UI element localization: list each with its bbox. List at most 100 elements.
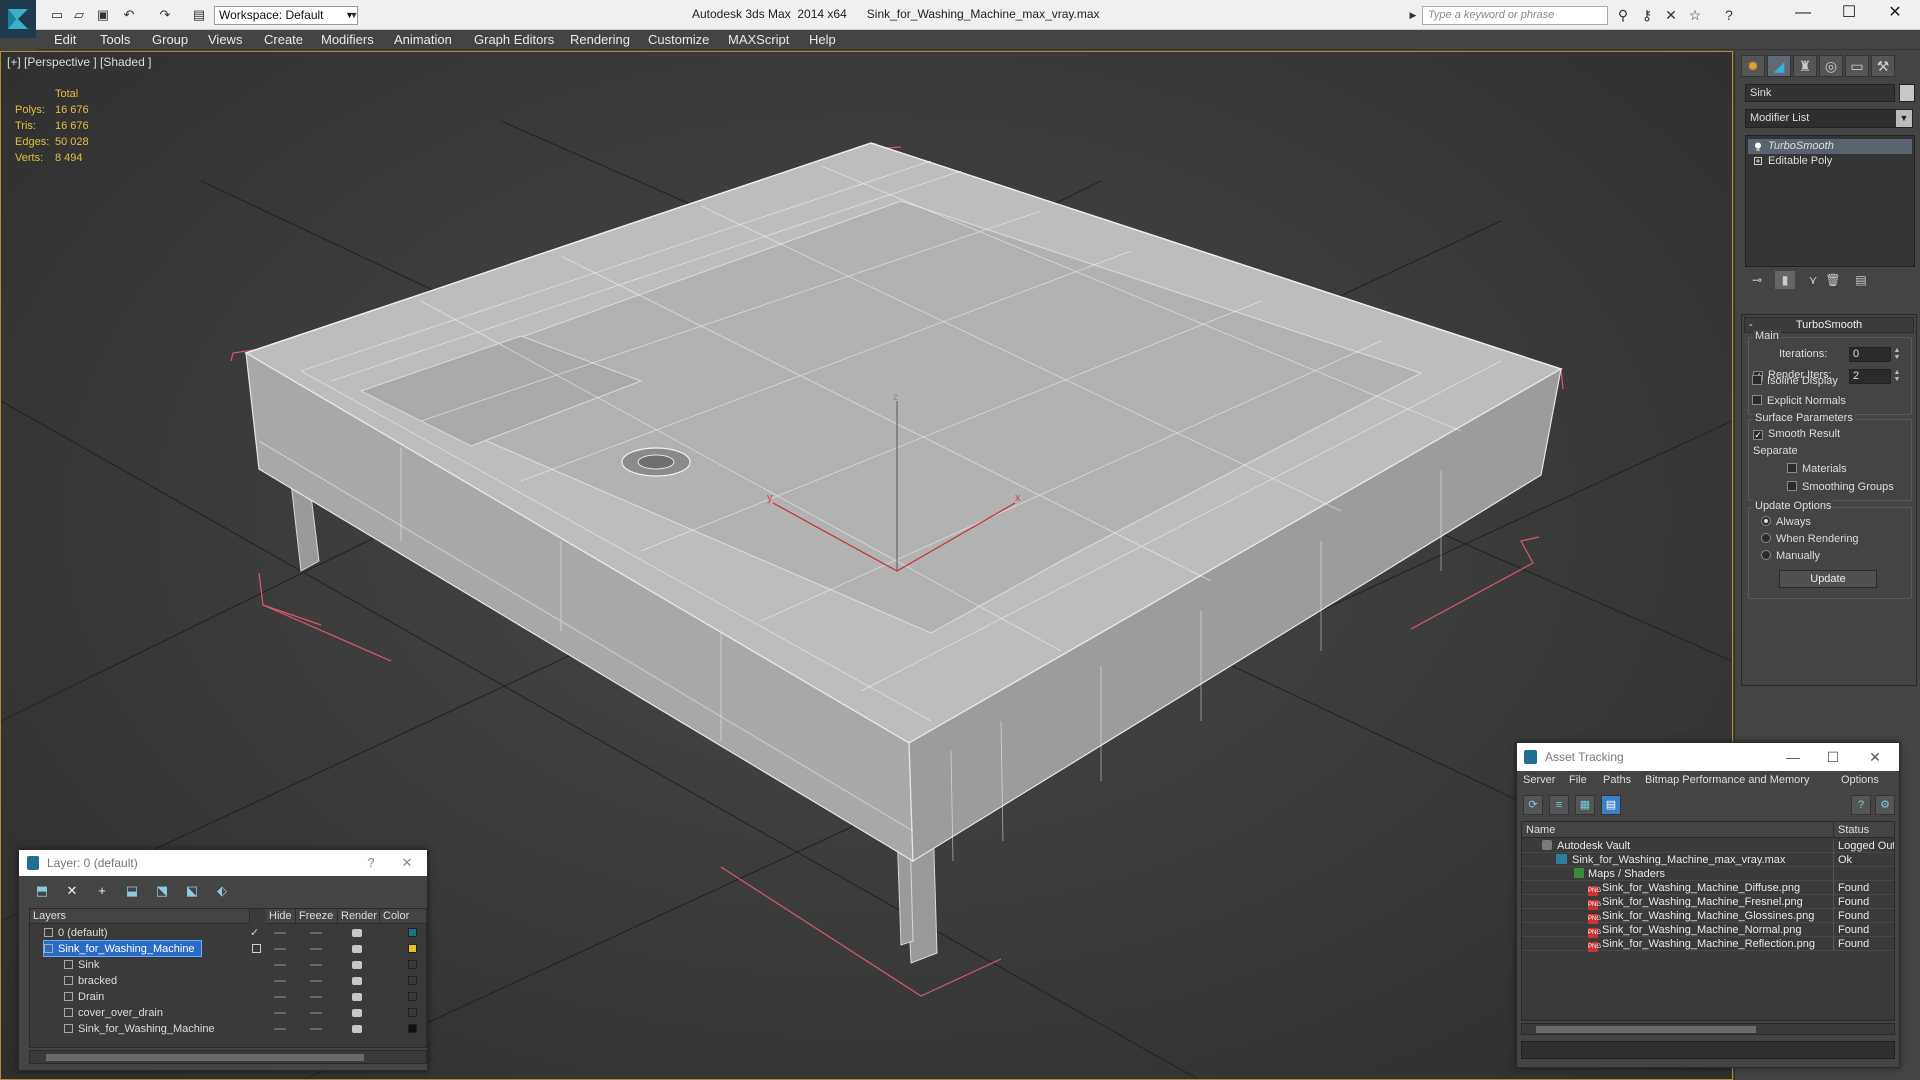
menu-customize[interactable]: Customize [648, 32, 709, 47]
favorites-star-icon[interactable]: ☆ [1686, 6, 1704, 24]
render-teapot-icon[interactable] [352, 929, 362, 937]
settings-icon[interactable]: ⚙ [1875, 795, 1895, 815]
display-tab-icon[interactable]: ▭ [1845, 55, 1869, 77]
asset-tracking-title-bar[interactable]: Asset Tracking — ☐ ✕ [1517, 743, 1899, 771]
menu-group[interactable]: Group [152, 32, 188, 47]
freeze-all-icon[interactable]: ⬖ [213, 882, 231, 900]
make-unique-icon[interactable]: ⋎ [1803, 271, 1823, 289]
when-rendering-row[interactable]: When Rendering [1761, 533, 1859, 545]
hide-toggle[interactable] [274, 964, 286, 966]
table-view-icon[interactable]: ▤ [1601, 795, 1621, 815]
freeze-toggle[interactable] [310, 964, 322, 966]
list-view-icon[interactable]: ≡ [1549, 795, 1569, 815]
stack-item-turbosmooth[interactable]: TurboSmooth [1748, 139, 1912, 154]
scrollbar-thumb[interactable] [1536, 1026, 1756, 1033]
hide-toggle[interactable] [274, 980, 286, 982]
table-row[interactable]: PNGSink_for_Washing_Machine_Reflection.p… [1522, 937, 1894, 952]
layer-row[interactable]: bracked [30, 973, 426, 989]
hierarchy-tab-icon[interactable]: ♜ [1793, 55, 1817, 77]
object-name-field[interactable]: Sink [1745, 84, 1895, 102]
communication-icon[interactable]: ✕ [1662, 6, 1680, 24]
layer-color-swatch[interactable] [408, 944, 417, 953]
stack-item-editable-poly[interactable]: Editable Poly [1748, 154, 1912, 169]
menu-graph-editors[interactable]: Graph Editors [474, 32, 554, 47]
menu-server[interactable]: Server [1523, 774, 1555, 786]
hide-toggle[interactable] [274, 1028, 286, 1030]
show-end-result-icon[interactable]: ▮ [1775, 271, 1795, 289]
close-button[interactable]: ✕ [1872, 0, 1918, 30]
new-file-icon[interactable]: ▭ [48, 6, 66, 24]
layer-color-swatch[interactable] [408, 992, 417, 1001]
expand-box-icon[interactable] [1754, 157, 1762, 166]
isoline-display-checkbox[interactable] [1752, 375, 1762, 385]
minimize-button[interactable]: — [1773, 743, 1813, 771]
maximize-button[interactable]: ☐ [1826, 0, 1872, 30]
remove-modifier-icon[interactable]: 🗑 [1823, 271, 1843, 289]
layer-row[interactable]: Sink_for_Washing_Machine [30, 940, 426, 957]
scrollbar-thumb[interactable] [46, 1054, 364, 1061]
freeze-toggle[interactable] [310, 1012, 322, 1014]
layer-color-swatch[interactable] [408, 1024, 417, 1033]
smooth-result-checkbox[interactable]: ✓ [1753, 430, 1763, 440]
asset-path-field[interactable] [1521, 1041, 1895, 1059]
infocenter-arrow-icon[interactable]: ▶ [1404, 6, 1422, 24]
column-hide-header[interactable]: Hide [266, 909, 296, 924]
hide-toggle[interactable] [274, 948, 286, 950]
freeze-toggle[interactable] [310, 980, 322, 982]
thumbnail-view-icon[interactable]: ▦ [1575, 795, 1595, 815]
smoothing-groups-checkbox[interactable] [1787, 481, 1797, 491]
column-color-header[interactable]: Color [380, 909, 426, 924]
maximize-button[interactable]: ☐ [1813, 743, 1853, 771]
layer-row[interactable]: 0 (default) ✓ [30, 925, 426, 941]
menu-create[interactable]: Create [264, 32, 303, 47]
save-file-icon[interactable]: ▣ [94, 6, 112, 24]
explicit-normals-checkbox[interactable] [1752, 395, 1762, 405]
pin-stack-icon[interactable]: ⊸ [1747, 271, 1767, 289]
column-status-header[interactable]: Status [1833, 822, 1894, 838]
configure-sets-icon[interactable]: ▤ [1851, 271, 1871, 289]
render-teapot-icon[interactable] [352, 945, 362, 953]
current-layer-check-icon[interactable]: ✓ [250, 925, 259, 941]
create-tab-icon[interactable]: ✹ [1741, 55, 1765, 77]
layer-row[interactable]: Sink [30, 957, 426, 973]
workspace-chevron-icon[interactable]: ▼ [345, 6, 363, 24]
table-row[interactable]: PNGSink_for_Washing_Machine_Normal.png F… [1522, 923, 1894, 938]
refresh-icon[interactable]: ⟳ [1523, 795, 1543, 815]
menu-views[interactable]: Views [208, 32, 242, 47]
set-current-layer-icon[interactable] [252, 944, 261, 953]
freeze-toggle[interactable] [310, 1028, 322, 1030]
hide-toggle[interactable] [274, 996, 286, 998]
minimize-button[interactable]: — [1780, 0, 1826, 30]
menu-paths[interactable]: Paths [1603, 774, 1631, 786]
render-teapot-icon[interactable] [352, 977, 362, 985]
horizontal-scrollbar[interactable] [1521, 1023, 1895, 1035]
object-color-swatch[interactable] [1899, 84, 1915, 102]
explicit-normals-row[interactable]: Explicit Normals [1752, 395, 1846, 407]
create-layer-icon[interactable]: ⬒ [33, 882, 51, 900]
subscription-key-icon[interactable]: ⚷ [1638, 6, 1656, 24]
menu-help[interactable]: Help [809, 32, 836, 47]
menu-animation[interactable]: Animation [394, 32, 452, 47]
spinner-arrows-icon[interactable]: ▲ ▼ [1893, 369, 1901, 384]
spinner-arrows-icon[interactable]: ▲ ▼ [1893, 347, 1901, 362]
column-layers-header[interactable]: Layers [30, 909, 250, 924]
help-icon[interactable]: ? [1851, 795, 1871, 815]
table-row[interactable]: PNGSink_for_Washing_Machine_Diffuse.png … [1522, 881, 1894, 896]
modifier-list-dropdown[interactable]: Modifier List ▼ [1745, 109, 1913, 128]
table-row[interactable]: Maps / Shaders [1522, 867, 1894, 881]
search-input[interactable]: Type a keyword or phrase [1422, 6, 1608, 25]
iterations-spinner[interactable]: 0 [1849, 347, 1891, 362]
layer-color-swatch[interactable] [408, 1008, 417, 1017]
workspace-dropdown[interactable]: Workspace: Default ▼ [214, 6, 358, 25]
column-name-header[interactable]: Name [1522, 822, 1833, 838]
layer-color-swatch[interactable] [408, 960, 417, 969]
highlight-layer-icon[interactable]: ⬔ [153, 882, 171, 900]
redo-icon[interactable]: ↷ [156, 6, 174, 24]
menu-maxscript[interactable]: MAXScript [728, 32, 789, 47]
always-radio[interactable] [1761, 516, 1771, 526]
motion-tab-icon[interactable]: ◎ [1819, 55, 1843, 77]
layer-color-swatch[interactable] [408, 976, 417, 985]
materials-checkbox[interactable] [1787, 463, 1797, 473]
close-button[interactable]: ✕ [391, 850, 423, 876]
add-to-layer-icon[interactable]: + [93, 882, 111, 900]
